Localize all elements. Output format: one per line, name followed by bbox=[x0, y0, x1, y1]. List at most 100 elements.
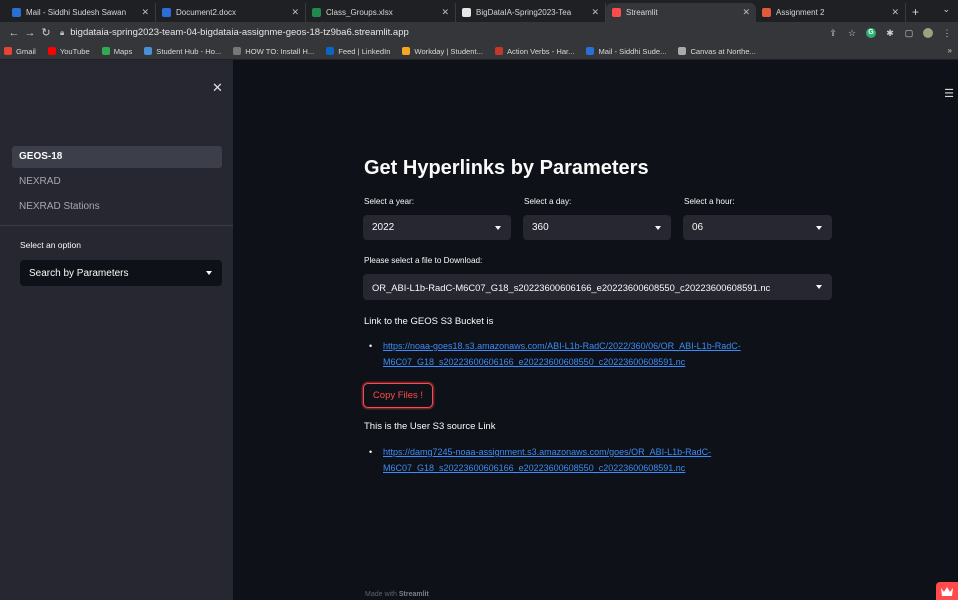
star-icon[interactable]: ☆ bbox=[847, 28, 857, 38]
profile-avatar-icon[interactable] bbox=[923, 27, 933, 38]
year-label: Select a year: bbox=[364, 197, 415, 206]
browser-tab[interactable]: BigDataIA-Spring2023-Tea ✕ bbox=[456, 3, 606, 22]
extension-puzzle-icon[interactable]: ✱ bbox=[885, 28, 895, 38]
hamburger-menu-icon[interactable]: ☰ bbox=[944, 87, 954, 100]
back-icon[interactable]: ← bbox=[6, 27, 22, 39]
tab-label: Mail - Siddhi Sudesh Sawan bbox=[26, 8, 127, 17]
bookmark-label: Student Hub - Ho... bbox=[156, 46, 222, 56]
sidebar-item-nexrad[interactable]: NEXRAD bbox=[12, 171, 222, 193]
bookmark-label: YouTube bbox=[59, 46, 90, 56]
bookmarks-bar: Gmail YouTube Maps Student Hub - Ho... HOW T… bbox=[0, 43, 958, 60]
screen: Mail - Siddhi Sudesh Sawan ✕ Document2.doc… bbox=[0, 0, 958, 600]
footer-prefix: Made with bbox=[365, 591, 397, 598]
browser-menu-icon[interactable]: ⋮ bbox=[942, 28, 952, 38]
bullet: • bbox=[369, 447, 373, 457]
bookmark-item[interactable]: Mail - Siddhi Sude... bbox=[586, 47, 666, 56]
bookmark-favicon-icon bbox=[326, 47, 335, 55]
more-bookmarks-icon[interactable]: » bbox=[948, 46, 952, 55]
user-s3-link[interactable]: https://damg7245-noaa-assignment.s3.amaz… bbox=[383, 444, 793, 476]
bookmark-item[interactable]: HOW TO: Install H... bbox=[233, 47, 314, 56]
year-select-value: 2022 bbox=[372, 222, 395, 233]
day-label: Select a day: bbox=[524, 197, 572, 206]
file-select-value: OR_ABI-L1b-RadC-M6C07_G18_s2022360060616… bbox=[372, 281, 771, 293]
bookmark-item[interactable]: Action Verbs - Har... bbox=[494, 46, 575, 56]
tab-favicon-icon bbox=[12, 8, 21, 17]
chevron-down-icon bbox=[816, 226, 822, 230]
hour-label: Select a hour: bbox=[684, 197, 735, 206]
browser-tab[interactable]: Mail - Siddhi Sudesh Sawan ✕ bbox=[6, 3, 156, 22]
bookmark-label: Mail - Siddhi Sude... bbox=[598, 46, 667, 56]
tab-close-icon[interactable]: ✕ bbox=[141, 7, 149, 18]
tab-close-icon[interactable]: ✕ bbox=[591, 7, 599, 18]
bookmark-label: Action Verbs - Har... bbox=[506, 46, 575, 56]
bookmark-label: Workday | Student... bbox=[414, 46, 483, 56]
year-select[interactable]: 2022 bbox=[363, 215, 511, 240]
bullet: • bbox=[369, 341, 373, 351]
bookmark-favicon-icon bbox=[678, 47, 687, 55]
bookmark-item[interactable]: YouTube bbox=[47, 46, 90, 56]
bookmark-item[interactable]: Maps bbox=[101, 46, 133, 56]
tab-label: Assignment 2 bbox=[776, 8, 825, 17]
close-icon[interactable]: ✕ bbox=[212, 80, 223, 96]
browser-tab[interactable]: Class_Groups.xlsx ✕ bbox=[306, 3, 456, 22]
tab-close-icon[interactable]: ✕ bbox=[742, 7, 750, 18]
bookmark-favicon-icon bbox=[402, 47, 411, 55]
browser-tab-strip: Mail - Siddhi Sudesh Sawan ✕ Document2.doc… bbox=[0, 0, 958, 22]
side-panel-icon[interactable]: ▢ bbox=[904, 28, 914, 38]
forward-icon[interactable]: → bbox=[22, 27, 38, 39]
bookmark-item[interactable]: Gmail bbox=[4, 47, 36, 56]
footer: Made with Streamlit bbox=[365, 591, 429, 598]
tab-label: Class_Groups.xlsx bbox=[326, 8, 393, 17]
option-select[interactable]: Search by Parameters bbox=[20, 260, 222, 286]
bookmark-label: Gmail bbox=[16, 46, 36, 56]
tab-close-icon[interactable]: ✕ bbox=[891, 7, 899, 18]
tab-favicon-icon bbox=[162, 8, 171, 17]
browser-tab[interactable]: Streamlit ✕ bbox=[606, 3, 756, 22]
bookmark-favicon-icon bbox=[233, 47, 242, 55]
bookmark-item[interactable]: Student Hub - Ho... bbox=[144, 47, 221, 56]
tab-label: BigDataIA-Spring2023-Tea bbox=[476, 8, 572, 17]
bookmark-item[interactable]: Feed | LinkedIn bbox=[326, 47, 390, 56]
tab-favicon-icon bbox=[312, 8, 321, 17]
bookmark-favicon-icon bbox=[101, 47, 110, 55]
extension-g-icon[interactable]: G bbox=[866, 27, 876, 38]
footer-brand-link[interactable]: Streamlit bbox=[399, 591, 429, 598]
day-select[interactable]: 360 bbox=[523, 215, 671, 240]
toolbar-icons: ⇪ ☆ G ✱ ▢ ⋮ bbox=[828, 27, 952, 38]
chevron-down-icon bbox=[206, 271, 212, 275]
hour-select[interactable]: 06 bbox=[683, 215, 832, 240]
share-icon[interactable]: ⇪ bbox=[828, 28, 838, 38]
tab-favicon-icon bbox=[462, 8, 471, 17]
tab-favicon-icon bbox=[612, 8, 621, 17]
bookmark-label: Maps bbox=[113, 46, 133, 56]
sidebar-item-geos-18[interactable]: GEOS-18 bbox=[12, 146, 222, 168]
tab-label: Streamlit bbox=[626, 8, 658, 17]
sidebar-item-nexrad-stations[interactable]: NEXRAD Stations bbox=[12, 196, 222, 218]
option-select-value: Search by Parameters bbox=[29, 267, 129, 279]
geos-s3-link[interactable]: https://noaa-goes18.s3.amazonaws.com/ABI… bbox=[383, 338, 793, 370]
tab-label: Document2.docx bbox=[176, 8, 237, 17]
browser-tab[interactable]: Assignment 2 ✕ bbox=[756, 3, 906, 22]
new-tab-icon[interactable]: + bbox=[912, 3, 919, 22]
tab-list: Mail - Siddhi Sudesh Sawan ✕ Document2.doc… bbox=[6, 0, 906, 22]
chevron-down-icon bbox=[655, 226, 661, 230]
user-link-label: This is the User S3 source Link bbox=[364, 421, 496, 432]
bookmark-label: Canvas at Northe... bbox=[690, 46, 756, 56]
bookmark-label: HOW TO: Install H... bbox=[245, 46, 315, 56]
tab-search-icon[interactable]: ⌄ bbox=[942, 4, 950, 15]
sidebar-nav: GEOS-18 NEXRAD NEXRAD Stations bbox=[12, 146, 222, 221]
chevron-down-icon bbox=[816, 285, 822, 289]
bookmark-favicon-icon bbox=[586, 47, 595, 55]
browser-tab[interactable]: Document2.docx ✕ bbox=[156, 3, 306, 22]
bookmark-item[interactable]: Canvas at Northe... bbox=[678, 46, 756, 56]
bookmark-item[interactable]: Workday | Student... bbox=[402, 47, 483, 56]
tab-close-icon[interactable]: ✕ bbox=[441, 7, 449, 18]
page-title: Get Hyperlinks by Parameters bbox=[364, 157, 649, 179]
browser-toolbar: ← → ↻ 🔒︎ bigdataia-spring2023-team-04-bi… bbox=[0, 22, 958, 43]
tab-close-icon[interactable]: ✕ bbox=[291, 7, 299, 18]
address-bar[interactable]: 🔒︎ bigdataia-spring2023-team-04-bigdatai… bbox=[60, 25, 820, 41]
file-select[interactable]: OR_ABI-L1b-RadC-M6C07_G18_s2022360060616… bbox=[363, 274, 832, 300]
copy-files-button[interactable]: Copy Files ! bbox=[363, 383, 433, 408]
reload-icon[interactable]: ↻ bbox=[38, 26, 54, 39]
streamlit-badge[interactable] bbox=[936, 582, 958, 600]
